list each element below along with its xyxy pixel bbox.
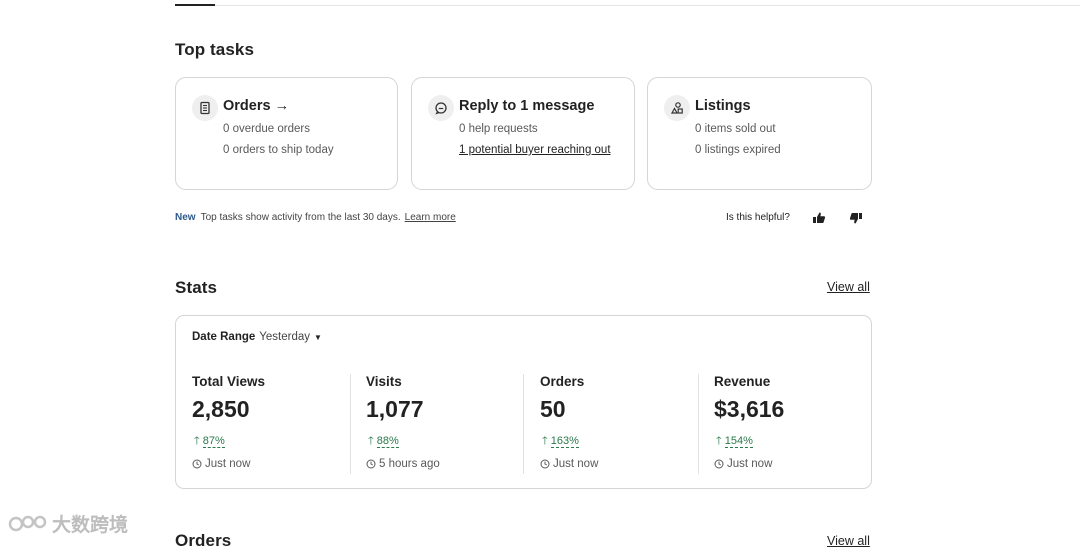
stat-time-text: Just now <box>553 458 599 470</box>
date-range-selector[interactable]: Date Range Yesterday ▼ <box>192 331 322 343</box>
listings-expired-text: 0 listings expired <box>695 144 781 156</box>
arrow-up-icon: 🡑 <box>194 435 200 447</box>
stat-change: 🡑 88% <box>368 432 399 451</box>
stat-updated: 5 hours ago <box>366 458 440 472</box>
learn-more-link[interactable]: Learn more <box>405 212 456 223</box>
task-card-messages[interactable]: Reply to 1 message 0 help requests 1 pot… <box>411 77 635 190</box>
stat-change: 🡑 163% <box>542 432 579 451</box>
stat-updated: Just now <box>192 458 250 472</box>
stat-change: 🡑 154% <box>716 432 753 451</box>
stat-value: 1,077 <box>366 396 424 422</box>
stat-time-text: 5 hours ago <box>379 458 440 470</box>
helpful-prompt: Is this helpful? <box>726 212 790 223</box>
potential-buyer-link[interactable]: 1 potential buyer reaching out <box>459 142 619 159</box>
active-tab-indicator <box>175 4 215 6</box>
task-title-messages[interactable]: Reply to 1 message <box>459 98 594 114</box>
orders-heading: Orders <box>175 531 232 550</box>
arrow-up-icon: 🡑 <box>368 435 374 447</box>
arrow-up-icon: 🡑 <box>716 435 722 447</box>
task-card-orders[interactable]: Orders → 0 overdue orders 0 orders to shi… <box>175 77 398 190</box>
stat-value: $3,616 <box>714 396 785 422</box>
task-card-listings[interactable]: Listings 0 items sold out 0 listings exp… <box>647 77 872 190</box>
stats-view-all-link[interactable]: View all <box>827 280 870 294</box>
task-title-orders[interactable]: Orders → <box>223 98 289 114</box>
task-title-listings[interactable]: Listings <box>695 98 751 114</box>
top-tasks-note: New Top tasks show activity from the last… <box>175 212 456 223</box>
watermark-logo-icon <box>8 513 48 541</box>
orders-to-ship-text: 0 orders to ship today <box>223 144 334 156</box>
date-range-label: Date Range <box>192 331 256 343</box>
stats-heading: Stats <box>175 278 218 297</box>
overdue-orders-text: 0 overdue orders <box>223 123 310 135</box>
stat-visits[interactable]: Visits 1,077 🡑 88% 5 hours ago <box>366 372 536 476</box>
stat-updated: Just now <box>714 458 772 472</box>
message-icon <box>428 95 454 121</box>
receipt-icon <box>192 95 218 121</box>
caret-down-icon: ▼ <box>314 333 322 342</box>
clock-icon <box>714 459 724 472</box>
stat-value: 2,850 <box>192 396 250 422</box>
orders-title-text: Orders <box>223 98 271 114</box>
stat-value: 50 <box>540 396 566 422</box>
stat-orders[interactable]: Orders 50 🡑 163% Just now <box>540 372 710 476</box>
stat-divider <box>698 374 699 474</box>
new-badge: New <box>175 212 196 223</box>
stat-divider <box>523 374 524 474</box>
watermark: 大数跨境 <box>8 510 128 541</box>
orders-view-all-link[interactable]: View all <box>827 534 870 548</box>
stat-time-text: Just now <box>727 458 773 470</box>
stat-change-percent: 154% <box>724 435 753 448</box>
stat-change-percent: 88% <box>376 435 399 448</box>
stat-label: Orders <box>540 374 585 389</box>
stats-card: Date Range Yesterday ▼ Total Views 2,850 🡑… <box>175 315 872 489</box>
stat-label: Visits <box>366 374 402 389</box>
help-requests-text: 0 help requests <box>459 123 538 135</box>
watermark-text: 大数跨境 <box>52 515 129 536</box>
stat-change-percent: 163% <box>550 435 579 448</box>
tab-underline <box>175 5 1080 6</box>
clock-icon <box>366 459 376 472</box>
stat-change: 🡑 87% <box>194 432 225 451</box>
arrow-right-icon: → <box>274 98 290 114</box>
stat-updated: Just now <box>540 458 598 472</box>
stat-time-text: Just now <box>205 458 251 470</box>
arrow-up-icon: 🡑 <box>542 435 548 447</box>
stat-divider <box>350 374 351 474</box>
stat-change-percent: 87% <box>202 435 225 448</box>
thumbs-down-icon[interactable] <box>848 210 864 226</box>
stat-total-views[interactable]: Total Views 2,850 🡑 87% Just now <box>192 372 362 476</box>
stat-label: Total Views <box>192 374 266 389</box>
top-tasks-heading: Top tasks <box>175 40 254 59</box>
date-range-value: Yesterday <box>259 331 311 343</box>
note-text: Top tasks show activity from the last 30… <box>200 212 401 223</box>
stat-label: Revenue <box>714 374 771 389</box>
shapes-icon <box>664 95 690 121</box>
clock-icon <box>540 459 550 472</box>
items-sold-out-text: 0 items sold out <box>695 123 776 135</box>
thumbs-up-icon[interactable] <box>811 210 827 226</box>
clock-icon <box>192 459 202 472</box>
stat-revenue[interactable]: Revenue $3,616 🡑 154% Just now <box>714 372 884 476</box>
